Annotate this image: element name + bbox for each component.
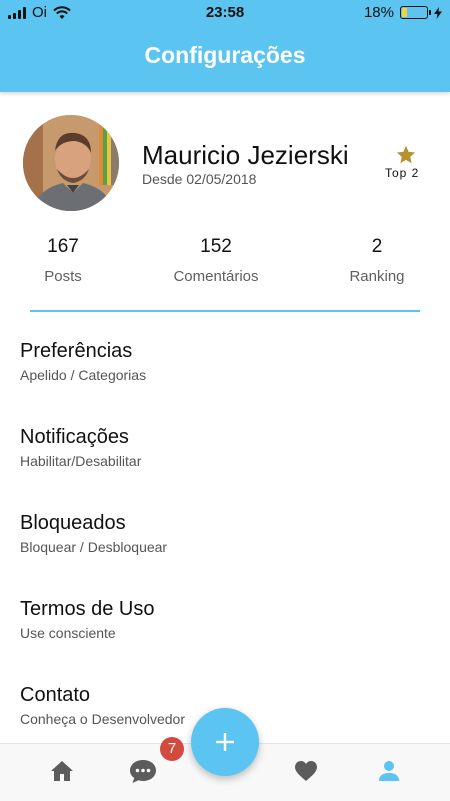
menu-item-title: Notificações bbox=[20, 426, 129, 448]
nav-favorites[interactable] bbox=[291, 756, 321, 786]
stat-label: Comentários bbox=[173, 268, 259, 285]
stat-value: 152 bbox=[200, 236, 232, 257]
menu-item-subtitle: Habilitar/Desabilitar bbox=[20, 453, 142, 469]
home-icon bbox=[51, 761, 73, 781]
nav-messages[interactable] bbox=[128, 756, 158, 786]
stat-comments: 152 Comentários bbox=[160, 236, 272, 285]
menu-item-title: Preferências bbox=[20, 340, 133, 362]
profile-photo bbox=[23, 115, 119, 211]
rank-label: Top 2 bbox=[385, 166, 420, 180]
stat-label: Posts bbox=[44, 268, 82, 285]
messages-badge: 7 bbox=[160, 737, 184, 761]
stat-value: 2 bbox=[371, 236, 383, 257]
battery-icon bbox=[400, 6, 431, 19]
heart-icon bbox=[295, 761, 317, 781]
menu-item-notifications[interactable]: Notificações Habilitar/Desabilitar bbox=[20, 426, 430, 512]
member-since: Desde 02/05/2018 bbox=[142, 171, 257, 187]
nav-profile[interactable] bbox=[374, 756, 404, 786]
settings-menu: Preferências Apelido / Categorias Notifi… bbox=[20, 340, 430, 770]
stat-ranking: 2 Ranking bbox=[332, 236, 422, 285]
menu-item-preferences[interactable]: Preferências Apelido / Categorias bbox=[20, 340, 430, 426]
profile-stats: 167 Posts 152 Comentários 2 Ranking bbox=[0, 236, 450, 296]
stat-value: 167 bbox=[47, 236, 79, 257]
stat-label: Ranking bbox=[349, 268, 405, 285]
menu-item-title: Bloqueados bbox=[20, 512, 126, 534]
profile-name: Mauricio Jezierski bbox=[142, 140, 349, 170]
menu-item-subtitle: Bloquear / Desbloquear bbox=[20, 539, 168, 555]
menu-item-title: Contato bbox=[20, 684, 91, 706]
status-bar: Oi 23:58 18% bbox=[0, 0, 450, 26]
menu-item-terms[interactable]: Termos de Uso Use consciente bbox=[20, 598, 430, 684]
battery-percent: 18% bbox=[363, 4, 394, 21]
menu-item-subtitle: Use consciente bbox=[20, 625, 116, 641]
menu-item-subtitle: Apelido / Categorias bbox=[20, 367, 147, 383]
person-icon bbox=[379, 761, 399, 781]
app-header: Oi 23:58 18% Configurações bbox=[0, 0, 450, 92]
menu-item-title: Termos de Uso bbox=[20, 598, 155, 620]
charging-icon bbox=[434, 6, 442, 19]
nav-home[interactable] bbox=[47, 756, 77, 786]
menu-item-blocked[interactable]: Bloqueados Bloquear / Desbloquear bbox=[20, 512, 430, 598]
divider bbox=[30, 310, 420, 312]
star-icon bbox=[396, 145, 416, 164]
add-post-button[interactable] bbox=[191, 708, 259, 776]
avatar[interactable] bbox=[23, 115, 119, 211]
chat-icon bbox=[130, 760, 156, 783]
stat-posts: 167 Posts bbox=[18, 236, 108, 285]
plus-icon bbox=[216, 733, 234, 751]
page-title: Configurações bbox=[144, 42, 306, 68]
